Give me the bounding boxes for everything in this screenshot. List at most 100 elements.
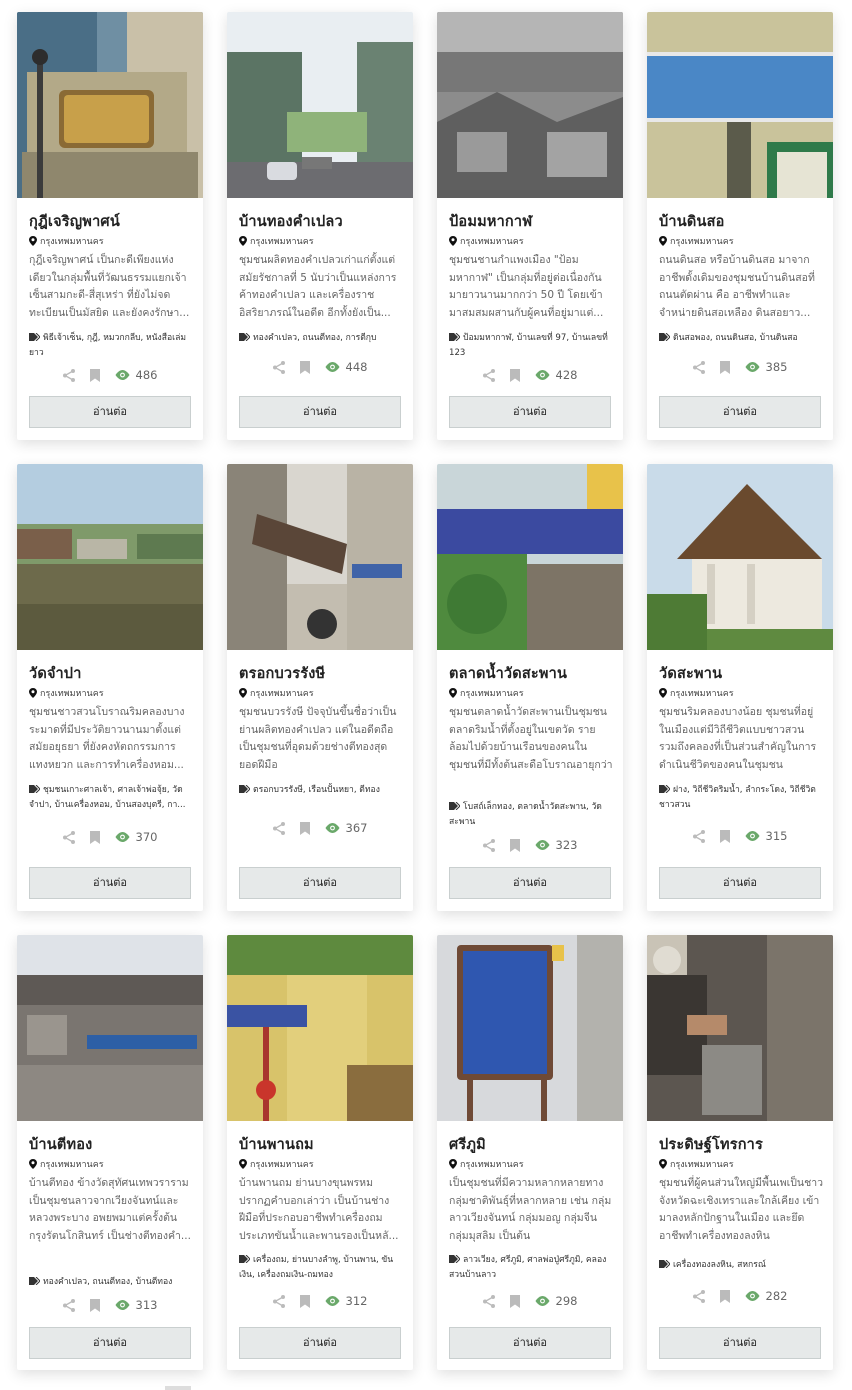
card-actions: 313 — [17, 1298, 203, 1312]
share-icon[interactable] — [482, 1294, 495, 1308]
share-icon[interactable] — [272, 1294, 285, 1308]
bookmark-icon[interactable] — [509, 368, 521, 382]
eye-icon — [115, 1300, 130, 1310]
card-description: ชุมชนชานกำแพงเมือง "ป้อมมหากาฬ" เป็นกลุ่… — [449, 254, 604, 320]
view-count: 315 — [745, 829, 787, 843]
map-pin-icon — [449, 236, 457, 246]
card-location: กรุงเทพมหานคร — [659, 686, 825, 700]
card-tags-text[interactable]: ทองคำเปลว, ถนนตีทอง, การตีกุบ — [253, 333, 376, 343]
share-icon[interactable] — [62, 368, 75, 382]
tag-icon — [239, 785, 250, 793]
card-tags-text[interactable]: ดินสอพอง, ถนนดินสอ, บ้านดินสอ — [673, 333, 798, 343]
card-image[interactable] — [437, 12, 623, 198]
card-description: บ้านพานถม ย่านบางขุนพรหม ปรากฏคำบอกเล่าว… — [239, 1177, 399, 1243]
read-more-button[interactable]: อ่านต่อ — [659, 396, 821, 428]
card-description: ชุมชนริมคลองบางน้อย ชุมชนที่อยู่ในเมืองแ… — [659, 706, 817, 772]
card-image[interactable] — [647, 464, 833, 650]
card-image[interactable] — [17, 935, 203, 1121]
bookmark-icon[interactable] — [89, 830, 101, 844]
card-image[interactable] — [437, 935, 623, 1121]
share-icon[interactable] — [272, 821, 285, 835]
card-tags-text[interactable]: เครื่องถม, ย่านบางลำพู, บ้านพาน, ขันเงิน… — [239, 1255, 393, 1280]
bookmark-icon[interactable] — [509, 838, 521, 852]
bookmark-icon[interactable] — [719, 1289, 731, 1303]
bookmark-icon[interactable] — [509, 1294, 521, 1308]
card-image[interactable] — [227, 935, 413, 1121]
article-card: ศรีภูมิ กรุงเทพมหานคร เป็นชุมชนที่มีความ… — [437, 935, 623, 1370]
view-count-value: 313 — [135, 1298, 158, 1312]
share-icon[interactable] — [272, 360, 285, 374]
card-tags-text[interactable]: โบสถ์เล็กทอง, ตลาดน้ำวัดสะพาน, วัดสะพาน — [449, 802, 602, 827]
card-title[interactable]: กุฎีเจริญพาศน์ — [29, 210, 195, 233]
share-icon[interactable] — [482, 368, 495, 382]
card-image[interactable] — [647, 935, 833, 1121]
share-icon[interactable] — [692, 829, 705, 843]
card-location: กรุงเทพมหานคร — [29, 234, 195, 248]
card-title[interactable]: วัดจำปา — [29, 662, 195, 685]
card-location: กรุงเทพมหานคร — [239, 686, 405, 700]
view-count: 312 — [325, 1294, 367, 1308]
card-title[interactable]: วัดสะพาน — [659, 662, 825, 685]
bookmark-icon[interactable] — [299, 821, 311, 835]
card-image[interactable] — [227, 464, 413, 650]
read-more-button[interactable]: อ่านต่อ — [449, 867, 611, 899]
view-count: 282 — [745, 1289, 787, 1303]
share-icon[interactable] — [692, 360, 705, 374]
card-title[interactable]: ศรีภูมิ — [449, 1133, 615, 1156]
eye-icon — [745, 831, 760, 841]
bookmark-icon[interactable] — [719, 360, 731, 374]
article-card: ประดิษฐ์โทรการ กรุงเทพมหานคร ชุมชนที่ผู้… — [647, 935, 833, 1370]
read-more-button[interactable]: อ่านต่อ — [239, 1327, 401, 1359]
card-tags-text[interactable]: เครื่องทองลงหิน, สหกรณ์ — [673, 1260, 766, 1270]
eye-icon — [325, 362, 340, 372]
view-count: 370 — [115, 830, 157, 844]
read-more-button[interactable]: อ่านต่อ — [29, 1327, 191, 1359]
card-description: ถนนดินสอ หรือบ้านดินสอ มาจากอาชีพดั้งเดิ… — [659, 254, 815, 320]
card-title[interactable]: บ้านทองคำเปลว — [239, 210, 405, 233]
card-location-text: กรุงเทพมหานคร — [250, 689, 314, 699]
card-tags-text[interactable]: ลาวเวียง, ศรีภูมิ, ศาลพ่อปู่ศรีภูมิ, คลอ… — [449, 1255, 606, 1280]
share-icon[interactable] — [482, 838, 495, 852]
card-tags-text[interactable]: ทองคำเปลว, ถนนตีทอง, บ้านตีทอง — [43, 1277, 172, 1287]
read-more-button[interactable]: อ่านต่อ — [659, 867, 821, 899]
pagination-indicator[interactable] — [165, 1386, 191, 1390]
card-title[interactable]: บ้านพานถม — [239, 1133, 405, 1156]
bookmark-icon[interactable] — [299, 1294, 311, 1308]
read-more-button[interactable]: อ่านต่อ — [239, 867, 401, 899]
card-actions: 370 — [17, 830, 203, 844]
read-more-button[interactable]: อ่านต่อ — [449, 396, 611, 428]
card-image[interactable] — [17, 12, 203, 198]
card-tags-text[interactable]: ป้อมมหากาฬ, บ้านเลขที่ 97, บ้านเลขที่ 12… — [449, 333, 608, 358]
card-title[interactable]: ป้อมมหากาฬ — [449, 210, 615, 233]
card-tags: ชุมชนเกาะศาลเจ้า, ศาลเจ้าพ่อจุ้ย, วัดจำป… — [29, 783, 195, 813]
share-icon[interactable] — [62, 830, 75, 844]
card-image[interactable] — [647, 12, 833, 198]
bookmark-icon[interactable] — [719, 829, 731, 843]
bookmark-icon[interactable] — [89, 1298, 101, 1312]
share-icon[interactable] — [692, 1289, 705, 1303]
card-title[interactable]: ประดิษฐ์โทรการ — [659, 1133, 825, 1156]
card-tags-text[interactable]: ชุมชนเกาะศาลเจ้า, ศาลเจ้าพ่อจุ้ย, วัดจำป… — [29, 785, 185, 810]
card-image[interactable] — [437, 464, 623, 650]
read-more-button[interactable]: อ่านต่อ — [29, 396, 191, 428]
card-title[interactable]: บ้านดินสอ — [659, 210, 825, 233]
card-tags: ตรอกบวรรังษี, เรือนปั้นหยา, ตีทอง — [239, 783, 405, 798]
card-image[interactable] — [227, 12, 413, 198]
bookmark-icon[interactable] — [89, 368, 101, 382]
card-location-text: กรุงเทพมหานคร — [670, 689, 734, 699]
card-image[interactable] — [17, 464, 203, 650]
card-tags: ฝาง, วิถีชีวิตริมน้ำ, ลำกระโดง, วิถีชีวิ… — [659, 783, 825, 813]
bookmark-icon[interactable] — [299, 360, 311, 374]
read-more-button[interactable]: อ่านต่อ — [29, 867, 191, 899]
read-more-button[interactable]: อ่านต่อ — [239, 396, 401, 428]
tag-icon — [29, 1277, 40, 1285]
card-tags-text[interactable]: ฝาง, วิถีชีวิตริมน้ำ, ลำกระโดง, วิถีชีวิ… — [659, 785, 816, 810]
read-more-button[interactable]: อ่านต่อ — [659, 1327, 821, 1359]
card-tags-text[interactable]: ตรอกบวรรังษี, เรือนปั้นหยา, ตีทอง — [253, 785, 380, 795]
card-tags-text[interactable]: พิธีเจ้าเซ็น, กุฎี, หมวกกลีบ, หนังสือเล่… — [29, 333, 186, 358]
card-title[interactable]: บ้านตีทอง — [29, 1133, 195, 1156]
card-title[interactable]: ตรอกบวรรังษี — [239, 662, 405, 685]
share-icon[interactable] — [62, 1298, 75, 1312]
read-more-button[interactable]: อ่านต่อ — [449, 1327, 611, 1359]
card-title[interactable]: ตลาดน้ำวัดสะพาน — [449, 662, 615, 685]
